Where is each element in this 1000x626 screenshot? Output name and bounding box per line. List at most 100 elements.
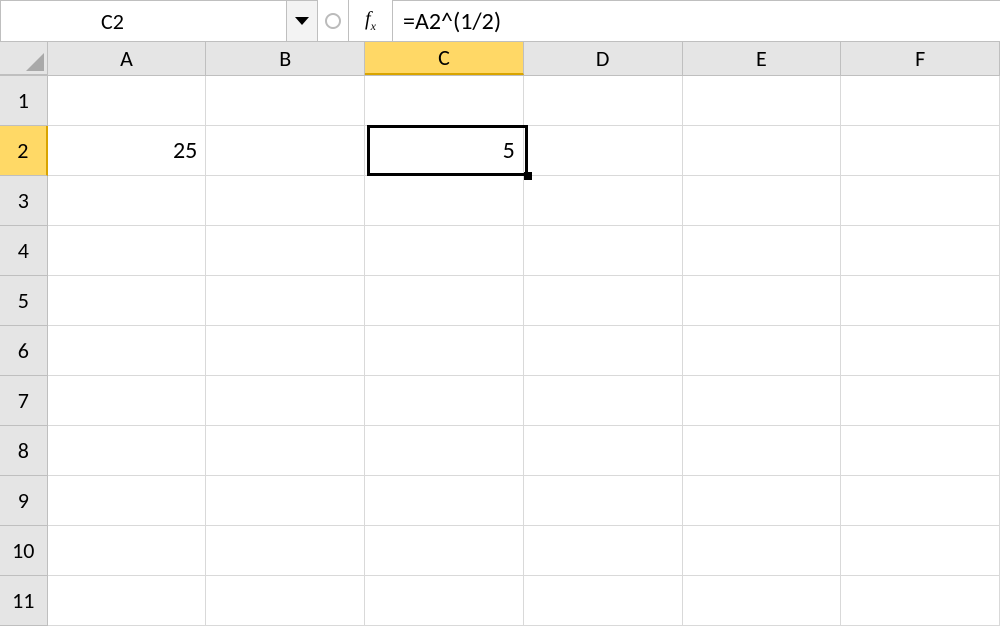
- cell-D2[interactable]: [524, 126, 683, 176]
- cell-D1[interactable]: [524, 76, 683, 126]
- cell-C7[interactable]: [365, 376, 524, 426]
- cell-B9[interactable]: [206, 476, 365, 526]
- grid-wrapper: A B C D E F 1 2 25 5 3: [0, 42, 1000, 626]
- name-box-wrap: C2: [0, 0, 318, 41]
- cell-F9[interactable]: [841, 476, 1000, 526]
- col-head-C[interactable]: C: [365, 42, 524, 75]
- cell-A7[interactable]: [48, 376, 207, 426]
- row-head-5[interactable]: 5: [0, 276, 48, 326]
- cell-F7[interactable]: [841, 376, 1000, 426]
- cell-D7[interactable]: [524, 376, 683, 426]
- row-head-3[interactable]: 3: [0, 176, 48, 226]
- cell-F6[interactable]: [841, 326, 1000, 376]
- cell-F10[interactable]: [841, 526, 1000, 576]
- cell-C3[interactable]: [365, 176, 524, 226]
- row-3: 3: [0, 176, 1000, 226]
- cell-A11[interactable]: [48, 576, 207, 626]
- name-box[interactable]: C2: [1, 1, 287, 41]
- cell-A3[interactable]: [48, 176, 207, 226]
- row-9: 9: [0, 476, 1000, 526]
- cell-C5[interactable]: [365, 276, 524, 326]
- row-head-1[interactable]: 1: [0, 76, 48, 126]
- cell-D6[interactable]: [524, 326, 683, 376]
- cell-B4[interactable]: [206, 226, 365, 276]
- cell-F3[interactable]: [841, 176, 1000, 226]
- cell-C4[interactable]: [365, 226, 524, 276]
- cell-E7[interactable]: [683, 376, 842, 426]
- cell-C1[interactable]: [365, 76, 524, 126]
- row-head-4[interactable]: 4: [0, 226, 48, 276]
- cell-B2[interactable]: [206, 126, 365, 176]
- cell-A10[interactable]: [48, 526, 207, 576]
- cell-E8[interactable]: [683, 426, 842, 476]
- cell-B8[interactable]: [206, 426, 365, 476]
- cell-D8[interactable]: [524, 426, 683, 476]
- col-head-E[interactable]: E: [683, 42, 842, 75]
- col-head-D[interactable]: D: [524, 42, 683, 75]
- cell-E1[interactable]: [683, 76, 842, 126]
- cell-F5[interactable]: [841, 276, 1000, 326]
- cell-F8[interactable]: [841, 426, 1000, 476]
- cell-F11[interactable]: [841, 576, 1000, 626]
- cell-D5[interactable]: [524, 276, 683, 326]
- cell-C11[interactable]: [365, 576, 524, 626]
- row-head-10[interactable]: 10: [0, 526, 48, 576]
- cell-E11[interactable]: [683, 576, 842, 626]
- cell-D4[interactable]: [524, 226, 683, 276]
- cell-D10[interactable]: [524, 526, 683, 576]
- cell-C8[interactable]: [365, 426, 524, 476]
- cell-B7[interactable]: [206, 376, 365, 426]
- cell-E10[interactable]: [683, 526, 842, 576]
- cancel-button[interactable]: [318, 0, 348, 41]
- cell-A8[interactable]: [48, 426, 207, 476]
- cell-D9[interactable]: [524, 476, 683, 526]
- chevron-down-icon: [295, 17, 309, 25]
- cell-B5[interactable]: [206, 276, 365, 326]
- name-box-dropdown[interactable]: [287, 1, 317, 41]
- cell-B3[interactable]: [206, 176, 365, 226]
- cell-B11[interactable]: [206, 576, 365, 626]
- cell-A4[interactable]: [48, 226, 207, 276]
- cell-D11[interactable]: [524, 576, 683, 626]
- row-head-6[interactable]: 6: [0, 326, 48, 376]
- cell-E3[interactable]: [683, 176, 842, 226]
- cell-A5[interactable]: [48, 276, 207, 326]
- grid: 1 2 25 5 3 4: [0, 76, 1000, 626]
- cell-C9[interactable]: [365, 476, 524, 526]
- cell-E4[interactable]: [683, 226, 842, 276]
- cell-F1[interactable]: [841, 76, 1000, 126]
- cell-A1[interactable]: [48, 76, 207, 126]
- column-headers: A B C D E F: [0, 42, 1000, 76]
- row-7: 7: [0, 376, 1000, 426]
- cell-C2[interactable]: 5: [365, 126, 524, 176]
- cell-C10[interactable]: [365, 526, 524, 576]
- cell-A2[interactable]: 25: [48, 126, 207, 176]
- row-6: 6: [0, 326, 1000, 376]
- cell-F2[interactable]: [841, 126, 1000, 176]
- cell-B1[interactable]: [206, 76, 365, 126]
- formula-input[interactable]: =A2^(1/2): [392, 0, 1000, 41]
- cell-C6[interactable]: [365, 326, 524, 376]
- fx-button[interactable]: fx: [348, 0, 392, 41]
- cell-F4[interactable]: [841, 226, 1000, 276]
- col-head-B[interactable]: B: [206, 42, 365, 75]
- formula-bar: C2 fx =A2^(1/2): [0, 0, 1000, 42]
- row-head-8[interactable]: 8: [0, 426, 48, 476]
- cell-E6[interactable]: [683, 326, 842, 376]
- row-head-11[interactable]: 11: [0, 576, 48, 626]
- cell-E9[interactable]: [683, 476, 842, 526]
- col-head-A[interactable]: A: [48, 42, 207, 75]
- row-head-2[interactable]: 2: [0, 126, 48, 176]
- select-all-corner[interactable]: [0, 42, 48, 75]
- cell-E2[interactable]: [683, 126, 842, 176]
- row-head-9[interactable]: 9: [0, 476, 48, 526]
- cell-E5[interactable]: [683, 276, 842, 326]
- cell-A6[interactable]: [48, 326, 207, 376]
- circle-icon: [324, 12, 342, 30]
- cell-B10[interactable]: [206, 526, 365, 576]
- cell-D3[interactable]: [524, 176, 683, 226]
- cell-A9[interactable]: [48, 476, 207, 526]
- col-head-F[interactable]: F: [841, 42, 1000, 75]
- cell-B6[interactable]: [206, 326, 365, 376]
- row-head-7[interactable]: 7: [0, 376, 48, 426]
